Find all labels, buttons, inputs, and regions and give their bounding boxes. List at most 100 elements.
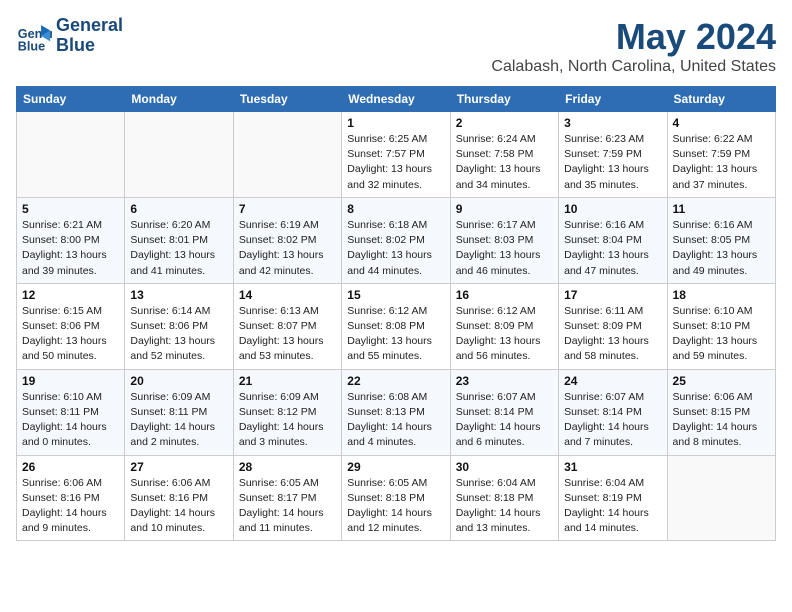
- day-number: 28: [239, 460, 336, 474]
- calendar-cell: 21 Sunrise: 6:09 AM Sunset: 8:12 PM Dayli…: [233, 369, 341, 455]
- weekday-header: Saturday: [667, 87, 775, 112]
- day-number: 23: [456, 374, 553, 388]
- location: Calabash, North Carolina, United States: [491, 58, 776, 76]
- calendar-week-row: 12 Sunrise: 6:15 AM Sunset: 8:06 PM Dayli…: [17, 283, 776, 369]
- calendar-table: SundayMondayTuesdayWednesdayThursdayFrid…: [16, 86, 776, 541]
- page-header: General Blue General Blue May 2024 Calab…: [16, 16, 776, 76]
- day-info: Sunrise: 6:06 AM Sunset: 8:16 PM Dayligh…: [130, 476, 227, 537]
- day-info: Sunrise: 6:20 AM Sunset: 8:01 PM Dayligh…: [130, 218, 227, 279]
- calendar-cell: 27 Sunrise: 6:06 AM Sunset: 8:16 PM Dayli…: [125, 455, 233, 541]
- day-info: Sunrise: 6:05 AM Sunset: 8:17 PM Dayligh…: [239, 476, 336, 537]
- calendar-cell: 9Sunrise: 6:17 AM Sunset: 8:03 PM Daylig…: [450, 197, 558, 283]
- calendar-cell: 31Sunrise: 6:04 AM Sunset: 8:19 PM Dayli…: [559, 455, 667, 541]
- calendar-cell: 7 Sunrise: 6:19 AM Sunset: 8:02 PM Daylig…: [233, 197, 341, 283]
- day-info: Sunrise: 6:11 AM Sunset: 8:09 PM Dayligh…: [564, 304, 661, 365]
- calendar-cell: 13Sunrise: 6:14 AM Sunset: 8:06 PM Dayli…: [125, 283, 233, 369]
- day-info: Sunrise: 6:24 AM Sunset: 7:58 PM Dayligh…: [456, 132, 553, 193]
- day-info: Sunrise: 6:21 AM Sunset: 8:00 PM Dayligh…: [22, 218, 119, 279]
- calendar-cell: [233, 112, 341, 198]
- calendar-cell: 30 Sunrise: 6:04 AM Sunset: 8:18 PM Dayli…: [450, 455, 558, 541]
- day-number: 25: [673, 374, 770, 388]
- day-info: Sunrise: 6:17 AM Sunset: 8:03 PM Dayligh…: [456, 218, 553, 279]
- day-number: 27: [130, 460, 227, 474]
- day-number: 7: [239, 202, 336, 216]
- day-info: Sunrise: 6:14 AM Sunset: 8:06 PM Dayligh…: [130, 304, 227, 365]
- day-number: 12: [22, 288, 119, 302]
- calendar-cell: 8 Sunrise: 6:18 AM Sunset: 8:02 PM Daylig…: [342, 197, 450, 283]
- calendar-cell: 19 Sunrise: 6:10 AM Sunset: 8:11 PM Dayli…: [17, 369, 125, 455]
- calendar-cell: 28 Sunrise: 6:05 AM Sunset: 8:17 PM Dayli…: [233, 455, 341, 541]
- day-number: 18: [673, 288, 770, 302]
- calendar-cell: 4 Sunrise: 6:22 AM Sunset: 7:59 PM Daylig…: [667, 112, 775, 198]
- calendar-week-row: 5 Sunrise: 6:21 AM Sunset: 8:00 PM Daylig…: [17, 197, 776, 283]
- calendar-cell: 14 Sunrise: 6:13 AM Sunset: 8:07 PM Dayli…: [233, 283, 341, 369]
- calendar-cell: [667, 455, 775, 541]
- day-info: Sunrise: 6:07 AM Sunset: 8:14 PM Dayligh…: [456, 390, 553, 451]
- weekday-header: Tuesday: [233, 87, 341, 112]
- day-info: Sunrise: 6:04 AM Sunset: 8:19 PM Dayligh…: [564, 476, 661, 537]
- day-number: 20: [130, 374, 227, 388]
- day-number: 16: [456, 288, 553, 302]
- logo-text: General Blue: [56, 16, 123, 56]
- calendar-header-row: SundayMondayTuesdayWednesdayThursdayFrid…: [17, 87, 776, 112]
- day-number: 19: [22, 374, 119, 388]
- day-info: Sunrise: 6:05 AM Sunset: 8:18 PM Dayligh…: [347, 476, 444, 537]
- day-info: Sunrise: 6:07 AM Sunset: 8:14 PM Dayligh…: [564, 390, 661, 451]
- calendar-cell: 24 Sunrise: 6:07 AM Sunset: 8:14 PM Dayli…: [559, 369, 667, 455]
- calendar-cell: 3 Sunrise: 6:23 AM Sunset: 7:59 PM Daylig…: [559, 112, 667, 198]
- day-number: 22: [347, 374, 444, 388]
- calendar-cell: 5 Sunrise: 6:21 AM Sunset: 8:00 PM Daylig…: [17, 197, 125, 283]
- calendar-cell: 2 Sunrise: 6:24 AM Sunset: 7:58 PM Daylig…: [450, 112, 558, 198]
- calendar-cell: [125, 112, 233, 198]
- calendar-cell: 29Sunrise: 6:05 AM Sunset: 8:18 PM Dayli…: [342, 455, 450, 541]
- day-info: Sunrise: 6:10 AM Sunset: 8:11 PM Dayligh…: [22, 390, 119, 451]
- calendar-cell: 17Sunrise: 6:11 AM Sunset: 8:09 PM Dayli…: [559, 283, 667, 369]
- day-info: Sunrise: 6:16 AM Sunset: 8:04 PM Dayligh…: [564, 218, 661, 279]
- calendar-cell: 12 Sunrise: 6:15 AM Sunset: 8:06 PM Dayli…: [17, 283, 125, 369]
- calendar-cell: [17, 112, 125, 198]
- calendar-cell: 18 Sunrise: 6:10 AM Sunset: 8:10 PM Dayli…: [667, 283, 775, 369]
- calendar-week-row: 1 Sunrise: 6:25 AM Sunset: 7:57 PM Daylig…: [17, 112, 776, 198]
- day-number: 3: [564, 116, 661, 130]
- day-number: 8: [347, 202, 444, 216]
- calendar-week-row: 19 Sunrise: 6:10 AM Sunset: 8:11 PM Dayli…: [17, 369, 776, 455]
- day-info: Sunrise: 6:15 AM Sunset: 8:06 PM Dayligh…: [22, 304, 119, 365]
- day-info: Sunrise: 6:18 AM Sunset: 8:02 PM Dayligh…: [347, 218, 444, 279]
- day-number: 11: [673, 202, 770, 216]
- day-info: Sunrise: 6:04 AM Sunset: 8:18 PM Dayligh…: [456, 476, 553, 537]
- weekday-header: Monday: [125, 87, 233, 112]
- day-number: 14: [239, 288, 336, 302]
- logo: General Blue General Blue: [16, 16, 123, 56]
- day-info: Sunrise: 6:09 AM Sunset: 8:12 PM Dayligh…: [239, 390, 336, 451]
- weekday-header: Wednesday: [342, 87, 450, 112]
- day-number: 30: [456, 460, 553, 474]
- calendar-cell: 1 Sunrise: 6:25 AM Sunset: 7:57 PM Daylig…: [342, 112, 450, 198]
- day-info: Sunrise: 6:25 AM Sunset: 7:57 PM Dayligh…: [347, 132, 444, 193]
- day-number: 21: [239, 374, 336, 388]
- day-info: Sunrise: 6:08 AM Sunset: 8:13 PM Dayligh…: [347, 390, 444, 451]
- calendar-cell: 15 Sunrise: 6:12 AM Sunset: 8:08 PM Dayli…: [342, 283, 450, 369]
- calendar-week-row: 26 Sunrise: 6:06 AM Sunset: 8:16 PM Dayli…: [17, 455, 776, 541]
- month-title: May 2024: [491, 16, 776, 58]
- day-info: Sunrise: 6:23 AM Sunset: 7:59 PM Dayligh…: [564, 132, 661, 193]
- day-number: 26: [22, 460, 119, 474]
- day-info: Sunrise: 6:22 AM Sunset: 7:59 PM Dayligh…: [673, 132, 770, 193]
- day-info: Sunrise: 6:19 AM Sunset: 8:02 PM Dayligh…: [239, 218, 336, 279]
- day-number: 2: [456, 116, 553, 130]
- title-block: May 2024 Calabash, North Carolina, Unite…: [491, 16, 776, 76]
- day-number: 4: [673, 116, 770, 130]
- day-info: Sunrise: 6:10 AM Sunset: 8:10 PM Dayligh…: [673, 304, 770, 365]
- calendar-cell: 23 Sunrise: 6:07 AM Sunset: 8:14 PM Dayli…: [450, 369, 558, 455]
- calendar-cell: 20 Sunrise: 6:09 AM Sunset: 8:11 PM Dayli…: [125, 369, 233, 455]
- day-info: Sunrise: 6:06 AM Sunset: 8:15 PM Dayligh…: [673, 390, 770, 451]
- day-info: Sunrise: 6:09 AM Sunset: 8:11 PM Dayligh…: [130, 390, 227, 451]
- day-number: 24: [564, 374, 661, 388]
- day-number: 5: [22, 202, 119, 216]
- calendar-cell: 22 Sunrise: 6:08 AM Sunset: 8:13 PM Dayli…: [342, 369, 450, 455]
- weekday-header: Thursday: [450, 87, 558, 112]
- day-info: Sunrise: 6:12 AM Sunset: 8:08 PM Dayligh…: [347, 304, 444, 365]
- day-number: 1: [347, 116, 444, 130]
- day-info: Sunrise: 6:13 AM Sunset: 8:07 PM Dayligh…: [239, 304, 336, 365]
- calendar-cell: 6Sunrise: 6:20 AM Sunset: 8:01 PM Daylig…: [125, 197, 233, 283]
- day-number: 15: [347, 288, 444, 302]
